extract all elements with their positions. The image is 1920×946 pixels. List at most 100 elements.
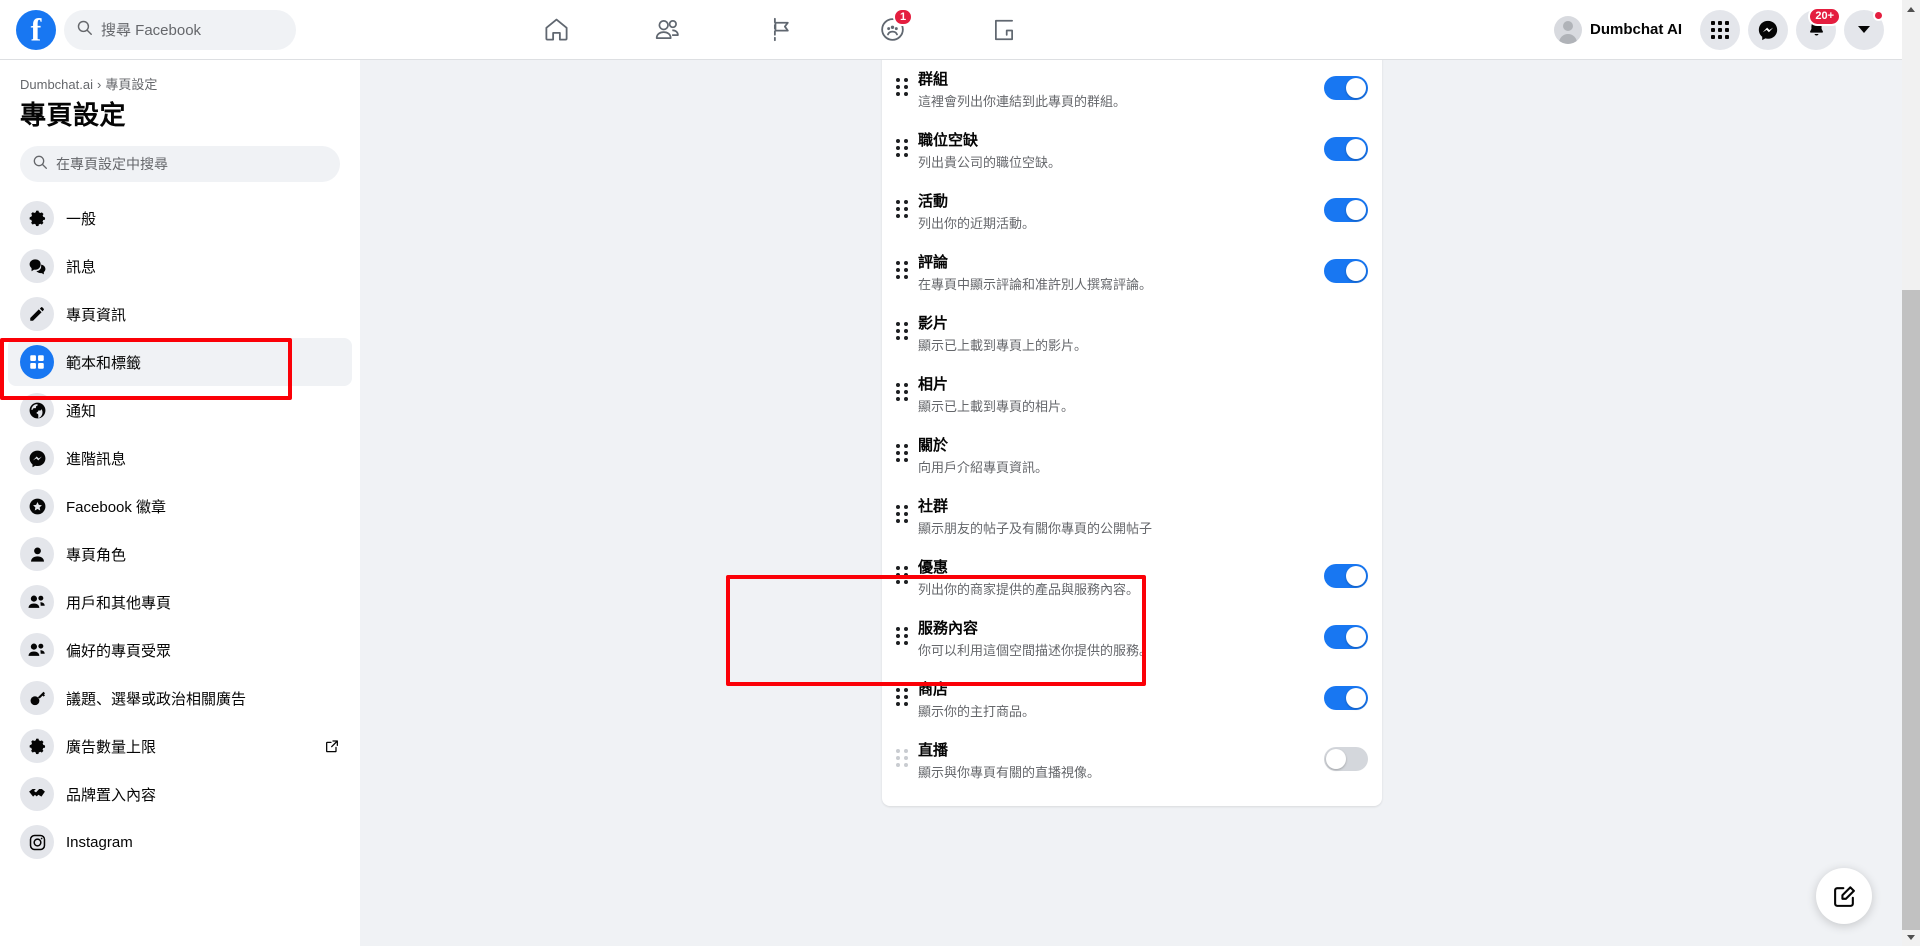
globe-icon bbox=[20, 393, 54, 427]
table-row[interactable]: 群組 這裡會列出你連結到此專頁的群組。 bbox=[882, 60, 1382, 121]
messenger-button[interactable] bbox=[1748, 9, 1788, 50]
drag-handle-icon[interactable] bbox=[896, 444, 910, 462]
tab-description: 列出貴公司的職位空缺。 bbox=[918, 155, 1062, 170]
drag-handle-icon[interactable] bbox=[896, 505, 910, 523]
account-menu-dot-badge bbox=[1873, 9, 1884, 21]
tab-name: 優惠 bbox=[918, 559, 949, 576]
notifications-button[interactable]: 20+ bbox=[1796, 6, 1841, 50]
compose-button[interactable] bbox=[1816, 868, 1872, 924]
sidebar-item-preferred-page-audience[interactable]: 偏好的專頁受眾 bbox=[8, 626, 352, 674]
tab-toggle[interactable] bbox=[1324, 76, 1368, 100]
table-row[interactable]: 評論 在專頁中顯示評論和准許別人撰寫評論。 bbox=[882, 243, 1382, 304]
tab-toggle[interactable] bbox=[1324, 137, 1368, 161]
account-menu-button[interactable] bbox=[1844, 9, 1884, 50]
sidebar-item-list: 一般 訊息 專頁資訊 範本和標籤 通知 進階訊息 Facebook 徽章 專頁角… bbox=[0, 188, 360, 866]
table-row[interactable]: 優惠 列出你的商家提供的產品與服務內容。 bbox=[882, 548, 1382, 609]
sidebar-item-page-roles[interactable]: 專頁角色 bbox=[8, 530, 352, 578]
nav-tab-friends[interactable] bbox=[612, 2, 724, 58]
nav-tab-gaming[interactable] bbox=[948, 2, 1060, 58]
sidebar-item-advanced-messaging[interactable]: 進階訊息 bbox=[8, 434, 352, 482]
page-tabs-card: 群組 這裡會列出你連結到此專頁的群組。 職位空缺 列出貴公司的職位空缺。 活動 … bbox=[882, 60, 1382, 806]
drag-handle-icon[interactable] bbox=[896, 688, 910, 706]
drag-handle-icon bbox=[896, 749, 910, 767]
tab-toggle[interactable] bbox=[1324, 259, 1368, 283]
table-row-shop[interactable]: 商店 顯示你的主打商品。 bbox=[882, 670, 1382, 731]
drag-handle-icon[interactable] bbox=[896, 566, 910, 584]
page-scrollbar[interactable] bbox=[1902, 0, 1920, 946]
tab-name: 影片 bbox=[918, 315, 949, 332]
drag-handle-icon[interactable] bbox=[896, 200, 910, 218]
tab-toggle[interactable] bbox=[1324, 198, 1368, 222]
scroll-down-arrow-icon[interactable] bbox=[1902, 928, 1920, 946]
facebook-logo-icon[interactable] bbox=[16, 9, 56, 50]
drag-handle-icon[interactable] bbox=[896, 139, 910, 157]
sidebar-search-input[interactable]: 在專頁設定中搜尋 bbox=[20, 146, 340, 182]
sidebar-item-notifications[interactable]: 通知 bbox=[8, 386, 352, 434]
tab-toggle[interactable] bbox=[1324, 747, 1368, 771]
tab-name: 服務內容 bbox=[918, 620, 979, 637]
drag-handle-icon[interactable] bbox=[896, 383, 910, 401]
table-row[interactable]: 影片 顯示已上載到專頁上的影片。 bbox=[882, 304, 1382, 365]
grid-menu-button[interactable] bbox=[1700, 9, 1740, 50]
sidebar-item-templates-and-tabs[interactable]: 範本和標籤 bbox=[8, 338, 352, 386]
account-button[interactable]: Dumbchat AI bbox=[1550, 12, 1692, 48]
sidebar-item-messaging[interactable]: 訊息 bbox=[8, 242, 352, 290]
sidebar-item-label: 廣告數量上限 bbox=[66, 738, 157, 756]
avatar bbox=[1554, 15, 1583, 44]
handshake-icon bbox=[20, 777, 54, 811]
sidebar-item-facebook-badge[interactable]: Facebook 徽章 bbox=[8, 482, 352, 530]
search-input[interactable]: 搜尋 Facebook bbox=[64, 9, 296, 50]
main-content-area: 群組 這裡會列出你連結到此專頁的群組。 職位空缺 列出貴公司的職位空缺。 活動 … bbox=[360, 60, 1902, 946]
flag-icon bbox=[773, 17, 789, 42]
drag-handle-icon[interactable] bbox=[896, 78, 910, 96]
page-settings-sidebar: Dumbchat.ai › 專頁設定 專頁設定 在專頁設定中搜尋 一般 訊息 專… bbox=[0, 60, 360, 946]
tab-description: 你可以利用這個空間描述你提供的服務。 bbox=[918, 643, 1153, 658]
search-icon bbox=[76, 19, 93, 41]
sidebar-item-general[interactable]: 一般 bbox=[8, 194, 352, 242]
tab-toggle[interactable] bbox=[1324, 564, 1368, 588]
sidebar-item-page-info[interactable]: 專頁資訊 bbox=[8, 290, 352, 338]
sidebar-item-issue-election-political-ads[interactable]: 議題、選舉或政治相關廣告 bbox=[8, 674, 352, 722]
nav-tab-pages[interactable] bbox=[724, 2, 836, 58]
sidebar-item-label: 議題、選舉或政治相關廣告 bbox=[66, 690, 247, 708]
drag-handle-icon[interactable] bbox=[896, 627, 910, 645]
sidebar-item-label: 品牌置入內容 bbox=[66, 786, 157, 804]
table-row[interactable]: 關於 向用戶介紹專頁資訊。 bbox=[882, 426, 1382, 487]
tab-toggle[interactable] bbox=[1324, 625, 1368, 649]
people-icon bbox=[20, 633, 54, 667]
sidebar-item-instagram[interactable]: Instagram bbox=[8, 818, 352, 866]
tab-description: 列出你的商家提供的產品與服務內容。 bbox=[918, 582, 1140, 597]
table-row[interactable]: 相片 顯示已上載到專頁的相片。 bbox=[882, 365, 1382, 426]
table-row[interactable]: 社群 顯示朋友的帖子及有關你專頁的公開帖子 bbox=[882, 487, 1382, 548]
tab-meta: 職位空缺 列出貴公司的職位空缺。 bbox=[918, 131, 1324, 172]
tab-meta: 評論 在專頁中顯示評論和准許別人撰寫評論。 bbox=[918, 253, 1324, 294]
tab-name: 關於 bbox=[918, 437, 949, 454]
sidebar-item-label: 一般 bbox=[66, 210, 97, 228]
scroll-up-arrow-icon[interactable] bbox=[1902, 0, 1920, 18]
table-row-services[interactable]: 服務內容 你可以利用這個空間描述你提供的服務。 bbox=[882, 609, 1382, 670]
topbar-nav-tabs: 1 bbox=[500, 0, 1060, 59]
tab-toggle[interactable] bbox=[1324, 686, 1368, 710]
scrollbar-thumb[interactable] bbox=[1902, 290, 1920, 930]
key-icon bbox=[20, 681, 54, 715]
sidebar-item-ad-volume-limits[interactable]: 廣告數量上限 bbox=[8, 722, 352, 770]
sidebar-item-people-and-other-pages[interactable]: 用戶和其他專頁 bbox=[8, 578, 352, 626]
nav-tab-groups[interactable]: 1 bbox=[836, 2, 948, 58]
table-row[interactable]: 活動 列出你的近期活動。 bbox=[882, 182, 1382, 243]
tab-meta: 關於 向用戶介紹專頁資訊。 bbox=[918, 436, 1324, 477]
gaming-icon bbox=[995, 19, 1013, 40]
tab-description: 顯示已上載到專頁的相片。 bbox=[918, 399, 1075, 414]
breadcrumb-parent[interactable]: Dumbchat.ai bbox=[20, 77, 93, 92]
pencil-icon bbox=[20, 297, 54, 331]
tab-name: 商店 bbox=[918, 681, 949, 698]
sidebar-item-branded-content[interactable]: 品牌置入內容 bbox=[8, 770, 352, 818]
drag-handle-icon[interactable] bbox=[896, 261, 910, 279]
search-icon bbox=[32, 154, 48, 175]
table-row[interactable]: 職位空缺 列出貴公司的職位空缺。 bbox=[882, 121, 1382, 182]
drag-handle-icon[interactable] bbox=[896, 322, 910, 340]
tab-meta: 影片 顯示已上載到專頁上的影片。 bbox=[918, 314, 1324, 355]
table-row[interactable]: 直播 顯示與你專頁有關的直播視像。 bbox=[882, 731, 1382, 792]
instagram-icon bbox=[20, 825, 54, 859]
tab-name: 評論 bbox=[918, 254, 949, 271]
nav-tab-home[interactable] bbox=[500, 2, 612, 58]
